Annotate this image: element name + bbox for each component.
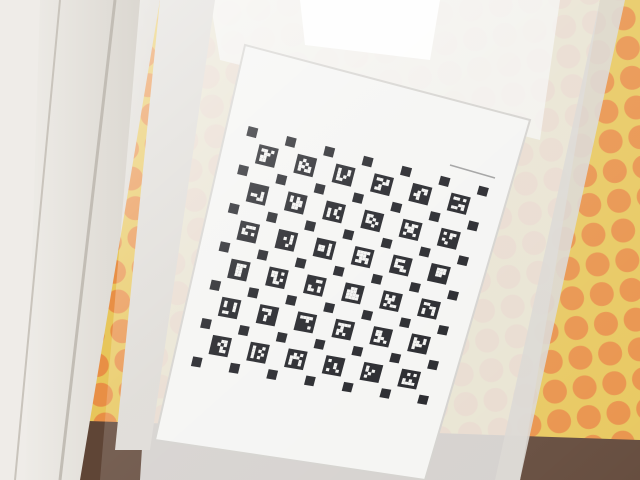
photo-scene [0, 0, 640, 480]
photo-canvas [0, 0, 640, 480]
glass-overlay [100, 0, 640, 480]
